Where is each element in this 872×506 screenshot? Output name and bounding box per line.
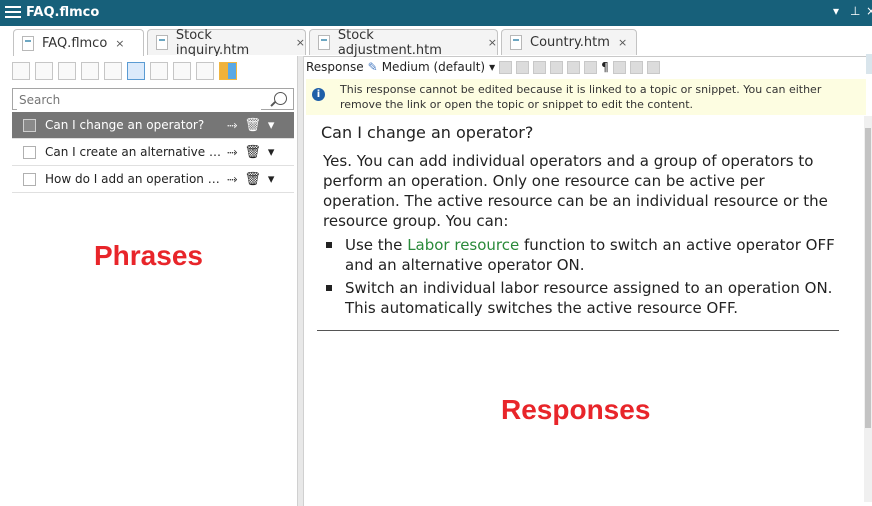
scrollbar-thumb[interactable]	[865, 128, 871, 428]
tab-label: Stock inquiry.htm	[175, 27, 250, 58]
phrase-text: How do I add an operation to...	[45, 172, 223, 186]
search-input[interactable]	[17, 90, 261, 110]
tab-close-icon[interactable]: ×	[488, 36, 497, 49]
panel-splitter[interactable]	[297, 56, 304, 506]
labor-resource-link[interactable]: Labor resource	[407, 236, 519, 254]
collapse-icon[interactable]	[196, 62, 214, 80]
hamburger-menu-icon[interactable]	[5, 6, 21, 20]
responses-overlay-label: Responses	[501, 394, 651, 425]
link-icon[interactable]: ⤑	[227, 118, 237, 133]
bullet-item: Switch an individual labor resource assi…	[323, 278, 843, 318]
list-item[interactable]: Can I change an operator? ⤑ 🗑 ▾	[12, 112, 294, 139]
list-item[interactable]: Can I create an alternative or s... ⤑ 🗑 …	[12, 139, 294, 166]
search-box	[12, 88, 294, 110]
pen-icon[interactable]: ✎	[368, 60, 378, 74]
tab-close-icon[interactable]: ×	[618, 36, 627, 49]
medium-dropdown-icon[interactable]: ▾	[489, 60, 495, 74]
file-icon	[318, 35, 330, 50]
vertical-scrollbar[interactable]	[864, 116, 872, 502]
find-icon[interactable]	[150, 62, 168, 80]
delete-icon[interactable]: 🗑	[244, 118, 261, 133]
tab-bar: FAQ.flmco × Stock inquiry.htm × Stock ad…	[0, 26, 872, 74]
search-icon[interactable]	[274, 92, 287, 105]
file-icon	[22, 36, 34, 51]
pin-icon[interactable]: ⊥	[850, 4, 860, 18]
window-dropdown-icon[interactable]: ▾	[833, 4, 839, 18]
bullet-item: Use the Labor resource function to switc…	[323, 235, 843, 275]
tab-close-icon[interactable]: ×	[296, 36, 305, 49]
response-divider	[317, 330, 839, 331]
delete-icon[interactable]: 🗑	[244, 145, 261, 160]
phrases-panel: Can I change an operator? ⤑ 🗑 ▾ Can I cr…	[0, 56, 297, 506]
unlink-phrase-icon[interactable]	[58, 62, 76, 80]
file-icon	[156, 35, 168, 50]
layout-icon[interactable]	[219, 62, 237, 80]
import-icon[interactable]	[104, 62, 122, 80]
tab-label: FAQ.flmco	[42, 36, 108, 51]
indent-icon[interactable]	[584, 60, 598, 74]
info-icon: i	[312, 88, 325, 101]
style-icon[interactable]	[550, 60, 564, 74]
response-toolbar: Response ✎ Medium (default) ▾ ¶	[304, 56, 872, 78]
row-checkbox[interactable]	[23, 145, 36, 159]
tab-close-icon[interactable]: ×	[115, 37, 124, 50]
link-icon[interactable]: ⤑	[227, 172, 237, 187]
delete-icon[interactable]	[81, 62, 99, 80]
row-checkbox[interactable]	[23, 118, 36, 132]
response-paragraph: Yes. You can add individual operators an…	[323, 152, 828, 230]
tab-label: Country.htm	[530, 35, 610, 50]
tab-label: Stock adjustment.htm	[337, 27, 442, 58]
fill-icon[interactable]	[612, 60, 626, 74]
bullet-text: Switch an individual labor resource assi…	[345, 279, 833, 317]
response-body: Yes. You can add individual operators an…	[323, 151, 843, 321]
file-icon	[510, 35, 522, 50]
expand-icon[interactable]	[173, 62, 191, 80]
add-phrase-icon[interactable]	[12, 62, 30, 80]
response-label: Response	[306, 60, 364, 74]
row-checkbox[interactable]	[23, 172, 36, 186]
phrase-text: Can I create an alternative or s...	[45, 145, 223, 159]
medium-select[interactable]: Medium (default)	[382, 60, 485, 74]
info-bar: i This response cannot be edited because…	[306, 79, 866, 115]
expand-icon[interactable]	[629, 60, 643, 74]
link-icon[interactable]: ⤑	[227, 145, 237, 160]
delete-icon[interactable]: 🗑	[244, 172, 261, 187]
window-title: FAQ.flmco	[26, 5, 100, 20]
list-item[interactable]: How do I add an operation to... ⤑ 🗑 ▾	[12, 166, 294, 193]
row-menu-icon[interactable]: ▾	[268, 145, 275, 160]
tab-country[interactable]: Country.htm ×	[501, 29, 637, 55]
title-bar: FAQ.flmco ▾ ⊥ ×	[0, 0, 872, 26]
link-phrase-icon[interactable]	[35, 62, 53, 80]
preview-icon[interactable]	[127, 62, 145, 80]
row-menu-icon[interactable]: ▾	[268, 118, 275, 133]
phrase-list: Can I change an operator? ⤑ 🗑 ▾ Can I cr…	[12, 112, 294, 193]
phrases-toolbar	[0, 56, 297, 86]
row-menu-icon[interactable]: ▾	[268, 172, 275, 187]
paste-icon[interactable]	[516, 60, 530, 74]
copy-icon[interactable]	[499, 60, 513, 74]
close-window-icon[interactable]: ×	[866, 4, 872, 18]
response-panel: Response ✎ Medium (default) ▾ ¶ i This r…	[304, 56, 872, 506]
tab-stock-adjustment[interactable]: Stock adjustment.htm ×	[309, 27, 498, 58]
response-title: Can I change an operator?	[321, 123, 534, 142]
tab-stock-inquiry[interactable]: Stock inquiry.htm ×	[147, 27, 306, 58]
response-bullets: Use the Labor resource function to switc…	[323, 235, 843, 318]
tab-faq[interactable]: FAQ.flmco ×	[13, 29, 144, 57]
pilcrow-icon[interactable]: ¶	[601, 60, 609, 74]
list-icon[interactable]	[567, 60, 581, 74]
collapse-icon[interactable]	[646, 60, 660, 74]
phrases-overlay-label: Phrases	[94, 240, 203, 271]
format-icon[interactable]	[533, 60, 547, 74]
phrase-text: Can I change an operator?	[45, 118, 205, 132]
info-message: This response cannot be edited because i…	[340, 83, 822, 111]
bullet-text: Use the	[345, 236, 408, 254]
